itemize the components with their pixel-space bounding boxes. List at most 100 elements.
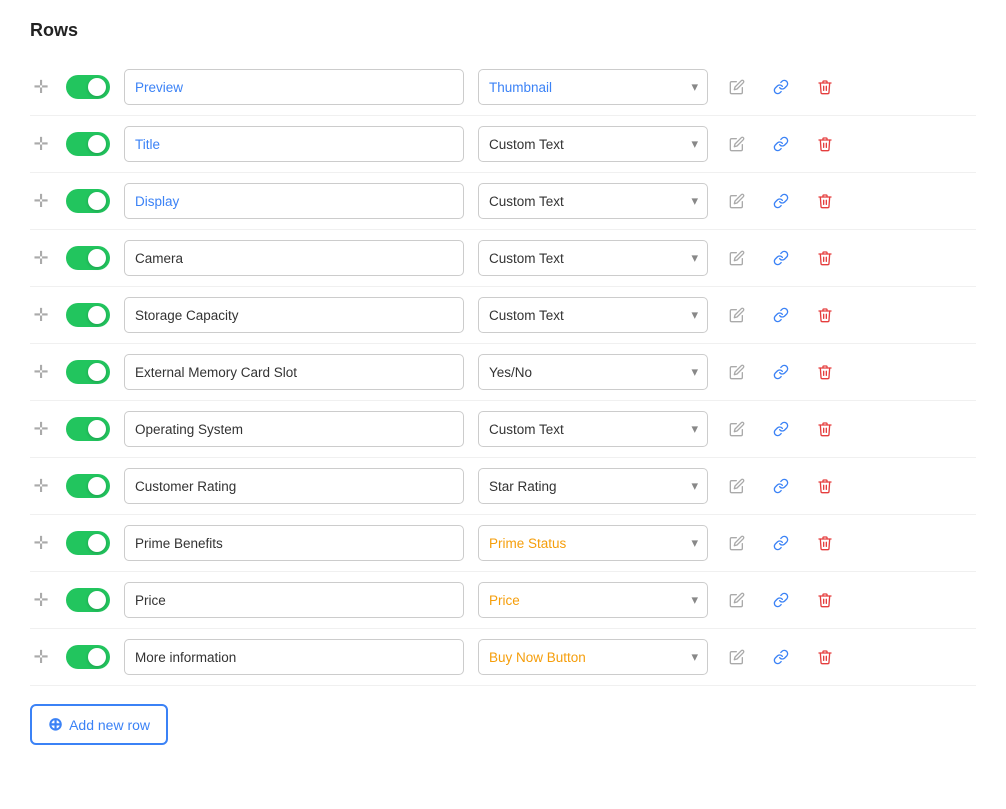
edit-button[interactable] xyxy=(722,585,752,615)
edit-button[interactable] xyxy=(722,642,752,672)
link-button[interactable] xyxy=(766,642,796,672)
row-type-select-wrap: Custom TextThumbnailYes/NoStar RatingPri… xyxy=(478,582,708,618)
row-toggle[interactable] xyxy=(66,645,110,669)
delete-button[interactable] xyxy=(810,357,840,387)
row-type-select[interactable]: Custom TextThumbnailYes/NoStar RatingPri… xyxy=(478,354,708,390)
row-toggle[interactable] xyxy=(66,303,110,327)
row-type-select-wrap: Custom TextThumbnailYes/NoStar RatingPri… xyxy=(478,240,708,276)
delete-button[interactable] xyxy=(810,471,840,501)
delete-button[interactable] xyxy=(810,414,840,444)
table-row: ✛ Custom TextThumbnailYes/NoStar RatingPr… xyxy=(30,230,976,287)
edit-button[interactable] xyxy=(722,414,752,444)
row-type-select[interactable]: Custom TextThumbnailYes/NoStar RatingPri… xyxy=(478,525,708,561)
link-button[interactable] xyxy=(766,72,796,102)
row-label-input[interactable] xyxy=(124,69,464,105)
row-type-select[interactable]: Custom TextThumbnailYes/NoStar RatingPri… xyxy=(478,240,708,276)
row-type-select-wrap: Custom TextThumbnailYes/NoStar RatingPri… xyxy=(478,69,708,105)
delete-button[interactable] xyxy=(810,72,840,102)
row-toggle[interactable] xyxy=(66,189,110,213)
delete-button[interactable] xyxy=(810,243,840,273)
delete-button[interactable] xyxy=(810,528,840,558)
table-row: ✛ Custom TextThumbnailYes/NoStar RatingPr… xyxy=(30,59,976,116)
link-button[interactable] xyxy=(766,357,796,387)
drag-handle-icon[interactable]: ✛ xyxy=(30,134,52,155)
row-label-input[interactable] xyxy=(124,639,464,675)
link-button[interactable] xyxy=(766,585,796,615)
row-type-select-wrap: Custom TextThumbnailYes/NoStar RatingPri… xyxy=(478,525,708,561)
drag-handle-icon[interactable]: ✛ xyxy=(30,191,52,212)
row-label-input[interactable] xyxy=(124,126,464,162)
table-row: ✛ Custom TextThumbnailYes/NoStar RatingPr… xyxy=(30,344,976,401)
add-row-button[interactable]: ⊕ Add new row xyxy=(30,704,168,745)
row-label-input[interactable] xyxy=(124,183,464,219)
row-type-select-wrap: Custom TextThumbnailYes/NoStar RatingPri… xyxy=(478,354,708,390)
drag-handle-icon[interactable]: ✛ xyxy=(30,77,52,98)
drag-handle-icon[interactable]: ✛ xyxy=(30,248,52,269)
row-toggle[interactable] xyxy=(66,246,110,270)
row-type-select[interactable]: Custom TextThumbnailYes/NoStar RatingPri… xyxy=(478,126,708,162)
delete-button[interactable] xyxy=(810,300,840,330)
row-label-input[interactable] xyxy=(124,525,464,561)
link-button[interactable] xyxy=(766,129,796,159)
delete-button[interactable] xyxy=(810,642,840,672)
row-type-select-wrap: Custom TextThumbnailYes/NoStar RatingPri… xyxy=(478,468,708,504)
row-type-select[interactable]: Custom TextThumbnailYes/NoStar RatingPri… xyxy=(478,297,708,333)
row-type-select-wrap: Custom TextThumbnailYes/NoStar RatingPri… xyxy=(478,183,708,219)
edit-button[interactable] xyxy=(722,72,752,102)
edit-button[interactable] xyxy=(722,300,752,330)
row-toggle[interactable] xyxy=(66,75,110,99)
drag-handle-icon[interactable]: ✛ xyxy=(30,419,52,440)
row-toggle[interactable] xyxy=(66,132,110,156)
row-type-select-wrap: Custom TextThumbnailYes/NoStar RatingPri… xyxy=(478,639,708,675)
delete-button[interactable] xyxy=(810,585,840,615)
row-label-input[interactable] xyxy=(124,354,464,390)
edit-button[interactable] xyxy=(722,471,752,501)
link-button[interactable] xyxy=(766,528,796,558)
table-row: ✛ Custom TextThumbnailYes/NoStar RatingPr… xyxy=(30,173,976,230)
table-row: ✛ Custom TextThumbnailYes/NoStar RatingPr… xyxy=(30,116,976,173)
drag-handle-icon[interactable]: ✛ xyxy=(30,362,52,383)
edit-button[interactable] xyxy=(722,528,752,558)
drag-handle-icon[interactable]: ✛ xyxy=(30,476,52,497)
link-button[interactable] xyxy=(766,471,796,501)
add-row-label: Add new row xyxy=(69,717,150,733)
drag-handle-icon[interactable]: ✛ xyxy=(30,590,52,611)
row-toggle[interactable] xyxy=(66,360,110,384)
delete-button[interactable] xyxy=(810,186,840,216)
row-toggle[interactable] xyxy=(66,588,110,612)
row-label-input[interactable] xyxy=(124,468,464,504)
rows-container: ✛ Custom TextThumbnailYes/NoStar RatingPr… xyxy=(30,59,976,686)
row-type-select-wrap: Custom TextThumbnailYes/NoStar RatingPri… xyxy=(478,126,708,162)
table-row: ✛ Custom TextThumbnailYes/NoStar RatingPr… xyxy=(30,458,976,515)
edit-button[interactable] xyxy=(722,357,752,387)
row-label-input[interactable] xyxy=(124,411,464,447)
row-label-input[interactable] xyxy=(124,582,464,618)
row-type-select[interactable]: Custom TextThumbnailYes/NoStar RatingPri… xyxy=(478,639,708,675)
row-type-select[interactable]: Custom TextThumbnailYes/NoStar RatingPri… xyxy=(478,183,708,219)
row-toggle[interactable] xyxy=(66,417,110,441)
drag-handle-icon[interactable]: ✛ xyxy=(30,647,52,668)
link-button[interactable] xyxy=(766,300,796,330)
row-type-select[interactable]: Custom TextThumbnailYes/NoStar RatingPri… xyxy=(478,69,708,105)
section-heading: Rows xyxy=(30,20,976,41)
table-row: ✛ Custom TextThumbnailYes/NoStar RatingPr… xyxy=(30,401,976,458)
link-button[interactable] xyxy=(766,243,796,273)
row-label-input[interactable] xyxy=(124,240,464,276)
plus-icon: ⊕ xyxy=(48,714,63,735)
row-toggle[interactable] xyxy=(66,474,110,498)
edit-button[interactable] xyxy=(722,129,752,159)
row-type-select[interactable]: Custom TextThumbnailYes/NoStar RatingPri… xyxy=(478,411,708,447)
drag-handle-icon[interactable]: ✛ xyxy=(30,305,52,326)
edit-button[interactable] xyxy=(722,186,752,216)
table-row: ✛ Custom TextThumbnailYes/NoStar RatingPr… xyxy=(30,629,976,686)
row-type-select[interactable]: Custom TextThumbnailYes/NoStar RatingPri… xyxy=(478,582,708,618)
row-type-select[interactable]: Custom TextThumbnailYes/NoStar RatingPri… xyxy=(478,468,708,504)
row-type-select-wrap: Custom TextThumbnailYes/NoStar RatingPri… xyxy=(478,297,708,333)
delete-button[interactable] xyxy=(810,129,840,159)
drag-handle-icon[interactable]: ✛ xyxy=(30,533,52,554)
edit-button[interactable] xyxy=(722,243,752,273)
row-toggle[interactable] xyxy=(66,531,110,555)
row-label-input[interactable] xyxy=(124,297,464,333)
link-button[interactable] xyxy=(766,186,796,216)
link-button[interactable] xyxy=(766,414,796,444)
